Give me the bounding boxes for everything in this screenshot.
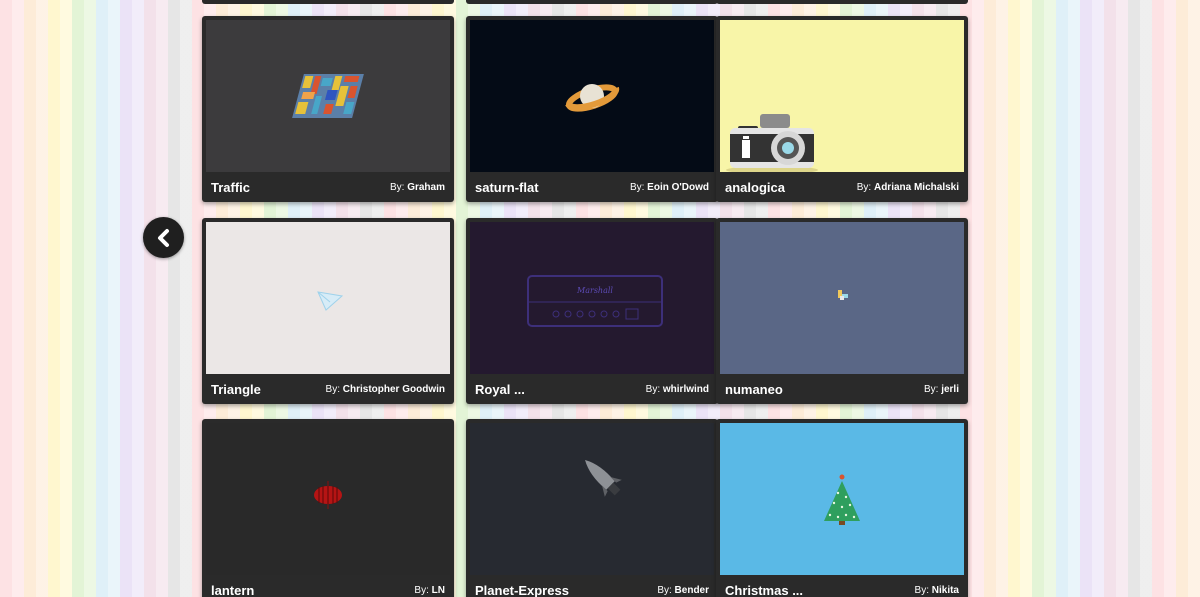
card-author[interactable]: By: LN [414, 585, 445, 596]
card-title[interactable]: numaneo [725, 382, 783, 397]
author-name[interactable]: whirlwind [663, 384, 709, 395]
pen-card[interactable]: Traffic By: Graham [202, 16, 454, 202]
card-title[interactable]: Royal ... [475, 382, 525, 397]
card-title[interactable]: lantern [211, 583, 254, 597]
card-footer: Planet-Express By: Bender [466, 575, 718, 597]
author-name[interactable]: Graham [407, 182, 445, 193]
card-footer: saturn-flat By: Eoin O'Dowd [466, 172, 718, 202]
camera-icon [726, 114, 818, 172]
back-button[interactable] [143, 217, 184, 258]
card-footer: Traffic By: Graham [202, 172, 454, 202]
by-label: By: [657, 584, 672, 596]
card-author[interactable]: By: Christopher Goodwin [326, 384, 445, 395]
card-thumbnail[interactable]: Marshall [470, 222, 714, 374]
author-name[interactable]: Bender [675, 585, 709, 596]
card-footer: Royal ... By: whirlwind [466, 374, 718, 404]
pen-card[interactable]: saturn-flat By: Eoin O'Dowd [466, 16, 718, 202]
card-thumbnail[interactable] [720, 423, 964, 575]
amplifier-brand-label: Marshall [576, 286, 613, 295]
by-label: By: [325, 383, 340, 395]
pen-card[interactable]: lantern By: LN [202, 419, 454, 597]
card-title[interactable]: Traffic [211, 180, 250, 195]
previous-row-card-edge [466, 0, 718, 4]
christmas-tree-icon [824, 474, 860, 525]
pen-card[interactable]: Christmas ... By: Nikita [716, 419, 968, 597]
card-author[interactable]: By: Eoin O'Dowd [630, 182, 709, 193]
previous-row-card-edge [202, 0, 454, 4]
card-author[interactable]: By: Nikita [915, 585, 959, 596]
pen-card[interactable]: numaneo By: jerli [716, 218, 968, 404]
by-label: By: [629, 181, 645, 193]
pen-card[interactable]: Marshall Royal ... By: whirlwind [466, 218, 718, 404]
pen-card[interactable]: Planet-Express By: Bender [466, 419, 718, 597]
card-title[interactable]: analogica [725, 180, 785, 195]
card-footer: Triangle By: Christopher Goodwin [202, 374, 454, 404]
previous-row-card-edge [716, 0, 968, 4]
card-thumbnail[interactable] [470, 20, 714, 172]
card-footer: analogica By: Adriana Michalski [716, 172, 968, 202]
card-author[interactable]: By: whirlwind [646, 384, 709, 395]
card-author[interactable]: By: jerli [924, 384, 959, 395]
card-thumbnail[interactable] [206, 423, 450, 575]
pen-card[interactable]: Triangle By: Christopher Goodwin [202, 218, 454, 404]
card-thumbnail[interactable] [720, 20, 964, 172]
card-author[interactable]: By: Graham [390, 182, 445, 193]
by-label: By: [414, 584, 429, 596]
rocket-icon [585, 460, 622, 497]
amplifier-icon: Marshall [527, 275, 663, 327]
traffic-blocks-icon [292, 74, 364, 118]
card-thumbnail[interactable] [720, 222, 964, 374]
card-title[interactable]: Christmas ... [725, 583, 803, 597]
card-footer: numaneo By: jerli [716, 374, 968, 404]
chevron-left-icon [157, 228, 169, 247]
card-title[interactable]: saturn-flat [475, 180, 539, 195]
card-footer: lantern By: LN [202, 575, 454, 597]
author-name[interactable]: Nikita [932, 585, 959, 596]
card-thumbnail[interactable] [470, 423, 714, 575]
card-thumbnail[interactable] [206, 20, 450, 172]
saturn-planet-icon [565, 84, 620, 112]
author-name[interactable]: Adriana Michalski [874, 182, 959, 193]
author-name[interactable]: jerli [941, 384, 959, 395]
by-label: By: [389, 181, 405, 193]
by-label: By: [914, 584, 929, 596]
author-name[interactable]: Christopher Goodwin [343, 384, 445, 395]
by-label: By: [645, 383, 661, 395]
card-thumbnail[interactable] [206, 222, 450, 374]
card-footer: Christmas ... By: Nikita [716, 575, 968, 597]
author-name[interactable]: LN [432, 585, 445, 596]
author-name[interactable]: Eoin O'Dowd [647, 182, 709, 193]
card-title[interactable]: Planet-Express [475, 583, 569, 597]
paper-plane-icon [317, 291, 344, 311]
by-label: By: [856, 181, 872, 193]
card-title[interactable]: Triangle [211, 382, 261, 397]
card-author[interactable]: By: Adriana Michalski [857, 182, 959, 193]
pen-card[interactable]: analogica By: Adriana Michalski [716, 16, 968, 202]
card-author[interactable]: By: Bender [657, 585, 709, 596]
tiny-shape-icon [838, 290, 848, 300]
by-label: By: [923, 383, 939, 395]
lantern-icon [314, 481, 342, 509]
